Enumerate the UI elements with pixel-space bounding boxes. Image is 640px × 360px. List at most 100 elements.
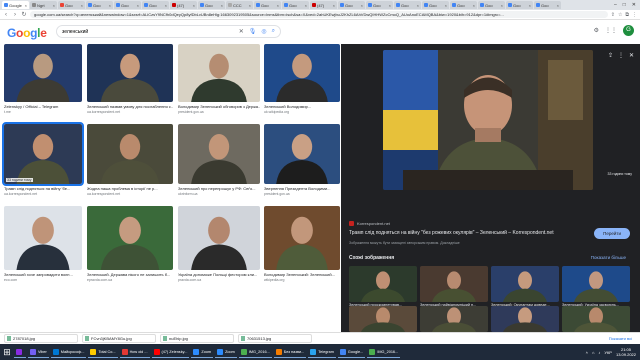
image-result[interactable]: Зеленський. Держава нікого не залишить б…	[87, 206, 173, 286]
image-result[interactable]: Зеленський Володимир... uk.wikipedia.org	[264, 44, 340, 118]
image-result[interactable]: Україна допоможе Польщі фестором кли... p…	[178, 206, 260, 286]
taskbar-app[interactable]: Майкрософ...	[50, 346, 87, 358]
download-item[interactable]: 70631513.jpg	[238, 334, 312, 343]
close-tab-icon[interactable]: ×	[25, 3, 27, 8]
search-input[interactable]	[62, 28, 234, 35]
image-result[interactable]: Zelenskyy / Official – Telegram t.me	[4, 44, 82, 118]
result-thumbnail[interactable]	[178, 44, 260, 102]
taskbar-app[interactable]: IMG_2016...	[367, 346, 401, 358]
preview-title[interactable]: Трамп слід подняться на війну "без рожев…	[349, 230, 579, 236]
avatar[interactable]: G	[623, 25, 634, 36]
browser-tab[interactable]: Goo ×	[58, 1, 85, 9]
related-thumbnail[interactable]	[349, 266, 417, 302]
browser-tab[interactable]: (47) ×	[310, 1, 337, 9]
close-tab-icon[interactable]: ×	[221, 3, 223, 8]
camera-lens-icon[interactable]: ◎	[261, 28, 266, 35]
close-tab-icon[interactable]: ×	[417, 3, 419, 8]
result-thumbnail[interactable]	[87, 44, 173, 102]
browser-tab[interactable]: Ngrt ×	[30, 1, 57, 9]
keyboard-language[interactable]: УКР	[604, 350, 612, 355]
result-thumbnail[interactable]	[264, 44, 340, 102]
more-options-icon[interactable]: ⋮	[618, 52, 624, 59]
browser-tab[interactable]: Goo ×	[86, 1, 113, 9]
taskbar-app[interactable]: How old ...	[119, 346, 150, 358]
clear-icon[interactable]: ✕	[239, 28, 244, 35]
result-caption[interactable]: Зеленський Володимир...	[264, 104, 340, 109]
result-thumbnail[interactable]: 33 години тому	[2, 122, 84, 186]
image-result[interactable]: Звернення Президента Володими... presiden…	[264, 124, 340, 200]
browser-tab[interactable]: Goo ×	[282, 1, 309, 9]
microphone-icon[interactable]: 🎙	[249, 28, 257, 35]
show-all-downloads-link[interactable]: Показати всі	[609, 336, 640, 341]
volume-icon[interactable]: ♪	[598, 350, 600, 355]
result-thumbnail[interactable]	[4, 44, 82, 102]
taskbar-app[interactable]: (47) Zelensky...	[151, 346, 190, 358]
browser-tab[interactable]: Goo ×	[422, 1, 449, 9]
result-caption[interactable]: Жодна наша проблема в історії не р...	[87, 186, 173, 191]
share-icon[interactable]: ⇪	[608, 52, 613, 59]
browser-tab[interactable]: (47) ×	[170, 1, 197, 9]
close-tab-icon[interactable]: ×	[473, 3, 475, 8]
related-thumbnail[interactable]	[349, 306, 417, 332]
browser-tab[interactable]: Goo ×	[338, 1, 365, 9]
close-tab-icon[interactable]: ×	[389, 3, 391, 8]
close-tab-icon[interactable]: ×	[557, 3, 559, 8]
close-tab-icon[interactable]: ×	[81, 3, 83, 8]
result-thumbnail[interactable]	[87, 206, 173, 270]
related-thumbnail[interactable]	[562, 306, 630, 332]
related-thumbnail[interactable]	[420, 266, 488, 302]
result-caption[interactable]: Володимир Зеленський: Зеленський...	[264, 272, 340, 277]
result-thumbnail[interactable]	[4, 206, 82, 270]
download-item[interactable]: nuEhip.jpg	[160, 334, 234, 343]
extensions-icon[interactable]: ⧉	[625, 12, 629, 18]
apps-icon[interactable]: ⋮⋮	[605, 27, 617, 34]
result-caption[interactable]: Зеленський про перепрошує у РФ: Сеґо...	[178, 186, 260, 191]
taskbar-app[interactable]: Total Co...	[88, 346, 118, 358]
browser-tab[interactable]: Goo ×	[254, 1, 281, 9]
reload-icon[interactable]: ↻	[21, 11, 27, 18]
browser-tab[interactable]: Goo ×	[114, 1, 141, 9]
preview-source[interactable]: Korrespondent.net	[349, 221, 390, 226]
browser-tab[interactable]: Goo ×	[142, 1, 169, 9]
browser-tab[interactable]: Google ×	[2, 1, 29, 9]
browser-tab[interactable]: Goo ×	[366, 1, 393, 9]
star-icon[interactable]: ☆	[618, 12, 622, 18]
close-tab-icon[interactable]: ×	[529, 3, 531, 8]
back-icon[interactable]: ‹	[3, 12, 9, 18]
download-item[interactable]: FCvn3jKBAMY8Gu.jpg	[82, 334, 156, 343]
network-icon[interactable]: ⌂	[592, 350, 594, 355]
preview-image[interactable]	[383, 50, 593, 190]
result-caption[interactable]: Зеленський назвав умову для послаблення …	[87, 104, 173, 109]
result-thumbnail[interactable]	[87, 124, 173, 184]
close-tab-icon[interactable]: ×	[445, 3, 447, 8]
google-logo[interactable]: Google	[7, 26, 47, 40]
browser-tab[interactable]: Goo ×	[534, 1, 561, 9]
taskbar-app[interactable]: Viber	[28, 346, 49, 358]
browser-tab[interactable]: Goo ×	[450, 1, 477, 9]
close-window-icon[interactable]: ✕	[632, 2, 636, 8]
taskbar-app[interactable]: Zoom	[191, 346, 214, 358]
image-result[interactable]: 33 години тому Трамп слід подняться на ві…	[2, 122, 84, 200]
image-result[interactable]: Володимир Зеленський обговорив з Держа..…	[178, 44, 260, 118]
search-icon[interactable]: ⌕	[272, 28, 275, 35]
clock[interactable]: 21:05 13.09.2022	[616, 347, 636, 357]
result-caption[interactable]: Трамп слід подняться на війну 'бе...	[4, 186, 82, 191]
close-tab-icon[interactable]: ×	[361, 3, 363, 8]
browser-tab[interactable]: Goo ×	[478, 1, 505, 9]
browser-tab[interactable]: Goo ×	[394, 1, 421, 9]
result-caption[interactable]: Звернення Президента Володими...	[264, 186, 340, 191]
taskbar-app[interactable]: Google...	[337, 346, 366, 358]
taskbar-app[interactable]: Telegram	[308, 346, 336, 358]
close-tab-icon[interactable]: ×	[333, 3, 335, 8]
close-tab-icon[interactable]: ×	[305, 3, 307, 8]
related-thumbnail[interactable]	[491, 266, 559, 302]
result-thumbnail[interactable]	[264, 206, 340, 270]
browser-tab[interactable]: Goo ×	[506, 1, 533, 9]
image-result[interactable]: Зеленський хоче запровадити воєн... eco.c…	[4, 206, 82, 286]
maximize-icon[interactable]: □	[623, 2, 626, 8]
result-caption[interactable]: Zelenskyy / Official – Telegram	[4, 104, 82, 109]
taskbar-app[interactable]	[14, 346, 26, 358]
download-item[interactable]: 2787018.jpg	[4, 334, 78, 343]
close-tab-icon[interactable]: ×	[193, 3, 195, 8]
share-icon[interactable]: ⇪	[611, 12, 615, 18]
